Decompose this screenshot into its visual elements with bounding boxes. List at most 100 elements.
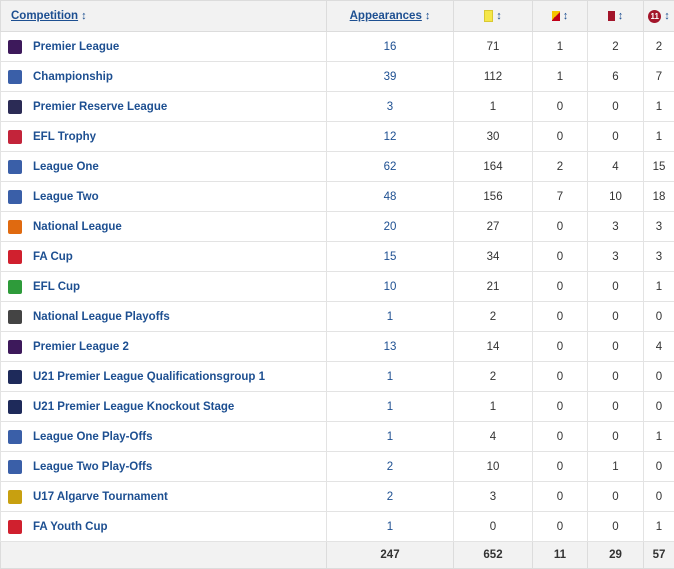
appearances-cell: 2 (327, 452, 454, 482)
competition-cell: Premier League 2 (1, 332, 327, 362)
appearances-cell: 1 (327, 362, 454, 392)
appearances-link[interactable]: 1 (387, 311, 393, 323)
competition-link[interactable]: League One Play-Offs (33, 431, 153, 443)
yellow-red-cell: 0 (533, 302, 588, 332)
yellow-cell: 27 (454, 212, 533, 242)
competition-link[interactable]: U17 Algarve Tournament (33, 491, 168, 503)
yellow-cell: 1 (454, 92, 533, 122)
col-header-yellow-cards[interactable]: ↕ (454, 1, 533, 32)
table-row: Premier League1671122 (1, 32, 674, 62)
competition-link[interactable]: FA Cup (33, 251, 73, 263)
competition-cell: League One Play-Offs (1, 422, 327, 452)
table-row: League One Play-Offs14001 (1, 422, 674, 452)
appearances-link[interactable]: 3 (387, 101, 393, 113)
red-cell: 2 (588, 32, 644, 62)
appearances-link[interactable]: 20 (384, 221, 397, 233)
red-cell: 0 (588, 122, 644, 152)
appearances-link[interactable]: 1 (387, 401, 393, 413)
competition-link[interactable]: Premier League (33, 41, 119, 53)
competition-cell: League Two Play-Offs (1, 452, 327, 482)
competition-link[interactable]: Premier League 2 (33, 341, 129, 353)
competition-logo-icon (8, 190, 22, 204)
competition-link[interactable]: National League Playoffs (33, 311, 170, 323)
total-yellow-red: 11 (533, 542, 588, 569)
appearances-link[interactable]: 2 (387, 491, 393, 503)
sort-arrows-icon[interactable]: ↕ (496, 10, 502, 22)
subs-cell: 1 (644, 92, 674, 122)
table-body: Premier League1671122Championship3911216… (1, 32, 674, 542)
appearances-link[interactable]: 16 (384, 41, 397, 53)
red-cell: 0 (588, 92, 644, 122)
red-cell: 0 (588, 272, 644, 302)
appearances-link[interactable]: 10 (384, 281, 397, 293)
sort-arrows-icon[interactable]: ↕ (425, 10, 431, 22)
yellow-red-cell: 0 (533, 392, 588, 422)
total-appearances: 247 (327, 542, 454, 569)
appearances-link[interactable]: 13 (384, 341, 397, 353)
yellow-red-cell: 0 (533, 212, 588, 242)
appearances-link[interactable]: 48 (384, 191, 397, 203)
competition-link[interactable]: National League (33, 221, 122, 233)
col-header-yellow-red-cards[interactable]: ↕ (533, 1, 588, 32)
appearances-link[interactable]: 2 (387, 461, 393, 473)
competition-logo-icon (8, 340, 22, 354)
table-row: National League2027033 (1, 212, 674, 242)
sort-appearances-link[interactable]: Appearances (350, 10, 422, 22)
competition-link[interactable]: League One (33, 161, 99, 173)
yellow-red-cell: 0 (533, 332, 588, 362)
appearances-link[interactable]: 39 (384, 71, 397, 83)
table-row: U21 Premier League Qualificationsgroup 1… (1, 362, 674, 392)
total-red: 29 (588, 542, 644, 569)
sort-arrows-icon[interactable]: ↕ (563, 10, 569, 22)
competition-logo-icon (8, 460, 22, 474)
competition-link[interactable]: Premier Reserve League (33, 101, 167, 113)
competition-link[interactable]: U21 Premier League Knockout Stage (33, 401, 234, 413)
competition-logo-icon (8, 250, 22, 264)
col-header-appearances[interactable]: Appearances↕ (327, 1, 454, 32)
yellow-cell: 156 (454, 182, 533, 212)
appearances-link[interactable]: 62 (384, 161, 397, 173)
yellow-cell: 0 (454, 512, 533, 542)
appearances-cell: 13 (327, 332, 454, 362)
appearances-link[interactable]: 1 (387, 521, 393, 533)
competition-logo-icon (8, 220, 22, 234)
appearances-cell: 15 (327, 242, 454, 272)
yellow-cell: 21 (454, 272, 533, 302)
appearances-link[interactable]: 12 (384, 131, 397, 143)
red-cell: 6 (588, 62, 644, 92)
substitution-icon: 11 (648, 10, 661, 23)
competition-link[interactable]: FA Youth Cup (33, 521, 108, 533)
yellow-red-cell: 0 (533, 272, 588, 302)
subs-cell: 1 (644, 122, 674, 152)
competition-link[interactable]: EFL Cup (33, 281, 80, 293)
competition-logo-icon (8, 310, 22, 324)
appearances-link[interactable]: 15 (384, 251, 397, 263)
total-subs: 57 (644, 542, 674, 569)
appearances-link[interactable]: 1 (387, 431, 393, 443)
competition-link[interactable]: U21 Premier League Qualificationsgroup 1 (33, 371, 265, 383)
competition-link[interactable]: League Two (33, 191, 99, 203)
col-header-red-cards[interactable]: ↕ (588, 1, 644, 32)
yellow-cell: 30 (454, 122, 533, 152)
appearances-link[interactable]: 1 (387, 371, 393, 383)
subs-cell: 15 (644, 152, 674, 182)
competition-logo-icon (8, 70, 22, 84)
sort-competition-link[interactable]: Competition (11, 10, 78, 22)
competition-cell: Championship (1, 62, 327, 92)
sort-arrows-icon[interactable]: ↕ (664, 10, 670, 22)
competition-link[interactable]: EFL Trophy (33, 131, 96, 143)
competition-link[interactable]: League Two Play-Offs (33, 461, 152, 473)
yellow-cell: 10 (454, 452, 533, 482)
sort-arrows-icon[interactable]: ↕ (618, 10, 624, 22)
competition-cell: FA Youth Cup (1, 512, 327, 542)
competition-link[interactable]: Championship (33, 71, 113, 83)
totals-row: 247 652 11 29 57 (1, 542, 674, 569)
competition-logo-icon (8, 430, 22, 444)
col-header-substitutions[interactable]: 11↕ (644, 1, 674, 32)
sort-arrows-icon[interactable]: ↕ (81, 10, 87, 22)
col-header-competition[interactable]: Competition↕ (1, 1, 327, 32)
competition-cell: U21 Premier League Knockout Stage (1, 392, 327, 422)
yellow-cell: 112 (454, 62, 533, 92)
appearances-cell: 48 (327, 182, 454, 212)
table-row: Premier League 21314004 (1, 332, 674, 362)
